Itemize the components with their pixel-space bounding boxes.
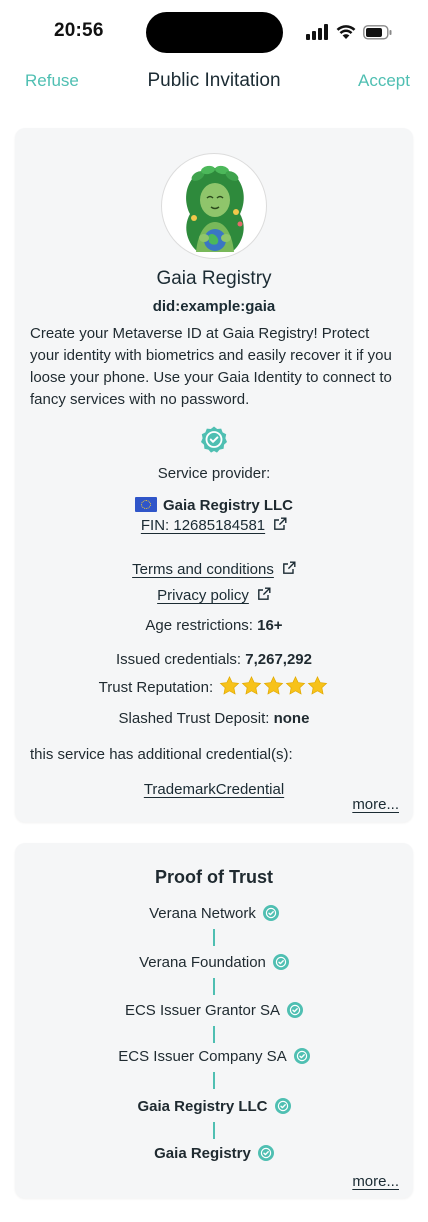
status-time: 20:56 bbox=[54, 20, 104, 41]
issued-value: 7,267,292 bbox=[245, 651, 312, 668]
trust-label: Trust Reputation: bbox=[98, 679, 214, 696]
verified-check-icon bbox=[257, 1145, 274, 1161]
verified-check-icon bbox=[287, 1002, 304, 1018]
chain-connector bbox=[213, 929, 215, 946]
trust-chain-item[interactable]: Gaia Registry LLC bbox=[15, 1098, 413, 1115]
provider-fin-link[interactable]: FIN: 12685184581 bbox=[15, 517, 413, 534]
external-link-icon[interactable] bbox=[282, 561, 296, 575]
trust-chain-label: Verana Network bbox=[149, 905, 256, 922]
trust-chain-item[interactable]: ECS Issuer Grantor SA bbox=[15, 1002, 413, 1019]
service-avatar bbox=[161, 153, 267, 259]
trust-chain-label: Gaia Registry LLC bbox=[137, 1098, 268, 1115]
service-did: did:example:gaia bbox=[152, 298, 276, 315]
service-provider-name: Gaia Registry LLC bbox=[15, 497, 413, 514]
service-description: Create your Metaverse ID at Gaia Registr… bbox=[30, 325, 392, 408]
chain-connector bbox=[213, 1072, 215, 1089]
age-value: 16+ bbox=[257, 617, 283, 634]
credential-link[interactable]: TrademarkCredential bbox=[144, 781, 284, 798]
trust-chain-label: Gaia Registry bbox=[154, 1145, 251, 1162]
trust-chain-label: ECS Issuer Company SA bbox=[118, 1048, 287, 1065]
verified-check-icon bbox=[272, 954, 289, 970]
trust-chain-item[interactable]: Verana Network bbox=[15, 905, 413, 922]
accept-button[interactable]: Accept bbox=[358, 71, 410, 91]
service-name: Gaia Registry bbox=[156, 268, 272, 289]
proof-of-trust-card: Proof of Trust Verana Network Verana Foun… bbox=[15, 843, 413, 1198]
trust-reputation: Trust Reputation: bbox=[15, 676, 413, 700]
verified-check-icon bbox=[293, 1048, 310, 1064]
terms-text[interactable]: Terms and conditions bbox=[132, 561, 274, 578]
verified-check-icon bbox=[274, 1098, 291, 1114]
dynamic-island bbox=[146, 12, 283, 53]
trust-chain-label: Verana Foundation bbox=[139, 954, 266, 971]
star-icon bbox=[285, 676, 306, 695]
age-restrictions: Age restrictions: 16+ bbox=[15, 617, 413, 634]
proof-more-link[interactable]: more... bbox=[352, 1173, 399, 1190]
proof-title: Proof of Trust bbox=[155, 867, 273, 887]
provider-name-text: Gaia Registry LLC bbox=[162, 497, 294, 514]
star-icon bbox=[219, 676, 240, 695]
star-icon bbox=[241, 676, 262, 695]
verified-badge-icon bbox=[201, 426, 227, 453]
service-provider-label: Service provider: bbox=[157, 465, 271, 482]
gaia-avatar-icon bbox=[186, 165, 244, 252]
privacy-text[interactable]: Privacy policy bbox=[157, 587, 249, 604]
trust-chain-label: ECS Issuer Grantor SA bbox=[124, 1002, 281, 1019]
wifi-icon bbox=[336, 25, 356, 39]
navigation-bar: Refuse Public Invitation Accept bbox=[0, 64, 428, 100]
chain-connector bbox=[213, 978, 215, 995]
issued-credentials: Issued credentials: 7,267,292 bbox=[15, 651, 413, 668]
fin-text[interactable]: FIN: 12685184581 bbox=[141, 517, 265, 534]
refuse-button[interactable]: Refuse bbox=[25, 71, 79, 91]
star-icon bbox=[307, 676, 328, 695]
status-icons bbox=[306, 24, 396, 42]
trust-chain-item[interactable]: ECS Issuer Company SA bbox=[15, 1048, 413, 1065]
star-rating bbox=[219, 676, 329, 700]
star-icon bbox=[263, 676, 284, 695]
external-link-icon[interactable] bbox=[257, 587, 271, 601]
slashed-trust-deposit: Slashed Trust Deposit: none bbox=[15, 710, 413, 727]
slashed-label: Slashed Trust Deposit: bbox=[118, 710, 274, 727]
cellular-signal-icon bbox=[306, 24, 328, 40]
eu-flag-icon bbox=[134, 497, 157, 512]
terms-link[interactable]: Terms and conditions bbox=[15, 561, 413, 578]
battery-icon bbox=[363, 25, 392, 40]
chain-connector bbox=[213, 1122, 215, 1139]
service-card: Gaia Registry did:example:gaia Create yo… bbox=[15, 128, 413, 822]
chain-connector bbox=[213, 1026, 215, 1043]
privacy-link[interactable]: Privacy policy bbox=[15, 587, 413, 604]
verified-check-icon bbox=[262, 905, 279, 921]
external-link-icon[interactable] bbox=[273, 517, 287, 531]
age-label: Age restrictions: bbox=[145, 617, 258, 634]
issued-label: Issued credentials: bbox=[116, 651, 246, 668]
status-bar: 20:56 bbox=[0, 0, 428, 64]
trust-chain-item[interactable]: Gaia Registry bbox=[15, 1145, 413, 1162]
more-link[interactable]: more... bbox=[352, 796, 399, 813]
trust-chain-item[interactable]: Verana Foundation bbox=[15, 954, 413, 971]
slashed-value: none bbox=[273, 710, 310, 727]
additional-credentials-label: this service has additional credential(s… bbox=[30, 746, 293, 763]
